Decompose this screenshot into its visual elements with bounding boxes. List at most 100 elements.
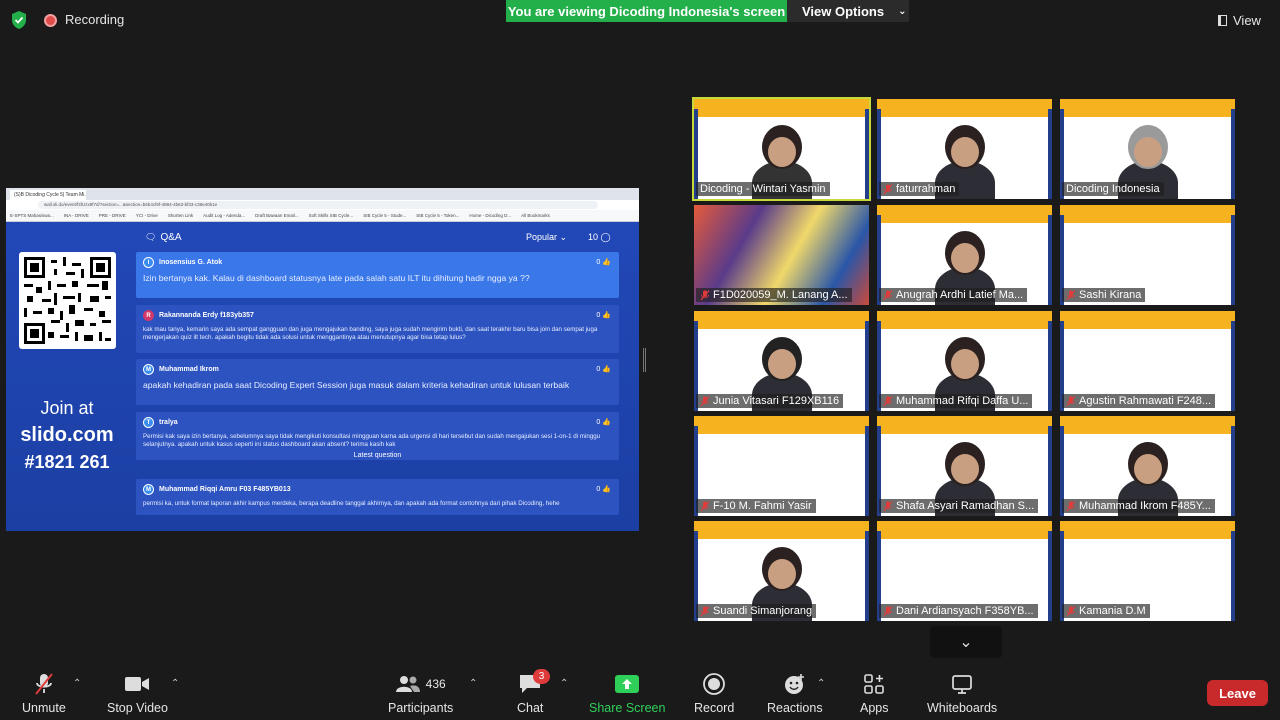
bookmark-item[interactable]: Shorten Link	[168, 213, 193, 218]
participant-video-tile[interactable]: Agustin Rahmawati F248...	[1060, 311, 1235, 411]
bookmark-item[interactable]: Audit Log - Adenda...	[203, 213, 245, 218]
participant-name-label: Dani Ardiansyach F358YB...	[879, 604, 1038, 618]
question-card: M Muhammad Ikrom 0 👍 apakah kehadiran pad…	[136, 359, 619, 405]
security-shield-icon[interactable]	[10, 10, 28, 30]
participant-video-tile[interactable]: faturrahman	[877, 99, 1052, 199]
bookmark-item[interactable]: PRE - DRIVE	[99, 213, 126, 218]
thumbs-up-icon: 👍	[602, 419, 611, 426]
panel-resize-handle[interactable]	[643, 348, 646, 372]
participant-video-tile[interactable]: Muhammad Ikrom F485Y...	[1060, 416, 1235, 516]
browser-tab[interactable]: (S)B Dicoding Cycle 5| Team Mi...	[10, 190, 86, 200]
participant-video-tile[interactable]: Muhammad Rifqi Daffa U...	[877, 311, 1052, 411]
participant-name: Agustin Rahmawati F248...	[1079, 395, 1212, 407]
chevron-down-icon: ⌄	[959, 634, 973, 651]
qr-code	[19, 252, 116, 349]
participant-video-tile[interactable]: F1D020059_M. Lanang A...	[694, 205, 869, 305]
background-stripe	[1048, 215, 1052, 305]
share-screen-button[interactable]: Share Screen	[589, 672, 665, 715]
participant-name: Suandi Simanjorang	[713, 605, 813, 617]
whiteboards-button[interactable]: Whiteboards	[927, 672, 997, 715]
microphone-muted-icon	[1066, 605, 1076, 617]
participants-label: Participants	[388, 701, 454, 715]
bookmark-item[interactable]: Draft Bawaan Email...	[255, 213, 299, 218]
bookmark-item[interactable]: YCI - Drive	[136, 213, 158, 218]
participant-video-tile[interactable]: Dicoding Indonesia	[1060, 99, 1235, 199]
question-text: Permisi kak saya izin bertanya, sebelumn…	[143, 433, 601, 448]
grid-page-down-button[interactable]: ⌄	[930, 626, 1002, 658]
participant-video-tile[interactable]: Anugrah Ardhi Latief Ma...	[877, 205, 1052, 305]
like-count: 0 👍	[596, 419, 611, 426]
stop-video-button[interactable]: Stop Video	[107, 672, 168, 715]
participant-video-tile[interactable]: Kamania D.M	[1060, 521, 1235, 621]
chat-options-caret[interactable]: ⌃	[560, 678, 568, 689]
background-stripe	[865, 109, 869, 199]
thumbs-up-icon: 👍	[602, 486, 611, 493]
reactions-options-caret[interactable]: ⌃	[817, 678, 825, 689]
bookmark-item[interactable]: All Bookmarks	[521, 213, 550, 218]
leave-button[interactable]: Leave	[1207, 680, 1268, 706]
participant-name-label: Muhammad Ikrom F485Y...	[1062, 499, 1215, 513]
bookmark-item[interactable]: E-SPTS Mahasiswa...	[10, 213, 54, 218]
sort-dropdown[interactable]: Popular ⌄	[526, 232, 567, 243]
participant-face	[951, 243, 979, 273]
record-button[interactable]: Record	[694, 672, 734, 715]
view-options-label: View Options	[802, 3, 885, 19]
participant-name-label: F-10 M. Fahmi Yasir	[696, 499, 816, 513]
video-camera-icon	[124, 672, 150, 696]
microphone-muted-icon	[700, 289, 710, 301]
participant-name: Shafa Asyari Ramadhan S...	[896, 500, 1035, 512]
participant-video-tile[interactable]: Dicoding - Wintari Yasmin	[692, 97, 871, 201]
participants-options-caret[interactable]: ⌃	[469, 678, 477, 689]
participant-video-tile[interactable]: F-10 M. Fahmi Yasir	[694, 416, 869, 516]
reactions-button[interactable]: Reactions	[767, 672, 823, 715]
view-options-button[interactable]: View Options ⌄	[787, 0, 909, 22]
avatar: M	[143, 364, 154, 375]
participant-video-tile[interactable]: Junia Vitasari F129XB116	[694, 311, 869, 411]
browser-bookmarks-bar: E-SPTS Mahasiswa... INA - DRIVE PRE - DRIV…	[6, 210, 639, 222]
participant-face	[768, 559, 796, 589]
participant-name: F-10 M. Fahmi Yasir	[713, 500, 812, 512]
participant-name: Muhammad Ikrom F485Y...	[1079, 500, 1211, 512]
participant-name: F1D020059_M. Lanang A...	[713, 289, 848, 301]
bookmark-item[interactable]: INA - DRIVE	[64, 213, 89, 218]
bookmark-item[interactable]: SIB Cycle 5 - Stude...	[363, 213, 406, 218]
participant-name: Muhammad Rifqi Daffa U...	[896, 395, 1029, 407]
participant-face	[768, 137, 796, 167]
participants-button[interactable]: 436 Participants	[388, 672, 453, 715]
apps-icon	[863, 672, 885, 696]
microphone-muted-icon	[700, 500, 710, 512]
reactions-label: Reactions	[767, 701, 823, 715]
chat-label: Chat	[517, 701, 544, 715]
browser-toolbar: wall.sli.do/event/f4fUzx9f7d/?section=..…	[6, 200, 639, 210]
participant-video-tile[interactable]: Shafa Asyari Ramadhan S...	[877, 416, 1052, 516]
participant-video-tile[interactable]: Dani Ardiansyach F358YB...	[877, 521, 1052, 621]
shared-screen[interactable]: (S)B Dicoding Cycle 5| Team Mi... wall.s…	[6, 188, 639, 531]
video-options-caret[interactable]: ⌃	[171, 678, 179, 689]
recording-label[interactable]: Recording	[65, 12, 124, 27]
background-stripe	[865, 321, 869, 411]
participant-name: Dicoding - Wintari Yasmin	[700, 183, 826, 195]
view-button[interactable]: View	[1218, 10, 1261, 30]
record-icon	[703, 672, 726, 696]
apps-button[interactable]: Apps	[860, 672, 889, 715]
participant-video-tile[interactable]: Suandi Simanjorang	[694, 521, 869, 621]
bookmark-item[interactable]: SIB Cycle 5 - Token...	[416, 213, 459, 218]
audio-options-caret[interactable]: ⌃	[73, 678, 81, 689]
background-stripe	[1048, 426, 1052, 516]
latest-question-label: Latest question	[353, 452, 402, 459]
microphone-muted-icon	[1066, 395, 1076, 407]
question-text: apakah kehadiran pada saat Dicoding Expe…	[143, 380, 570, 390]
participant-name: Dicoding Indonesia	[1066, 183, 1160, 195]
viewing-screen-banner: You are viewing Dicoding Indonesia's scr…	[506, 0, 787, 22]
bookmark-item[interactable]: Home - Dicoding D...	[469, 213, 511, 218]
browser-address-bar[interactable]: wall.sli.do/event/f4fUzx9f7d/?section=..…	[38, 201, 598, 209]
participant-video-tile[interactable]: Sashi Kirana	[1060, 205, 1235, 305]
participant-name-label: F1D020059_M. Lanang A...	[696, 288, 852, 302]
background-stripe	[1231, 321, 1235, 411]
unmute-button[interactable]: Unmute	[22, 672, 66, 715]
avatar: I	[143, 257, 154, 268]
question-text: Izin bertanya kak. Kalau di dashboard st…	[143, 273, 530, 283]
like-count: 0 👍	[596, 366, 611, 373]
participant-face	[951, 137, 979, 167]
bookmark-item[interactable]: Soft Skills SIB Cycle...	[309, 213, 354, 218]
